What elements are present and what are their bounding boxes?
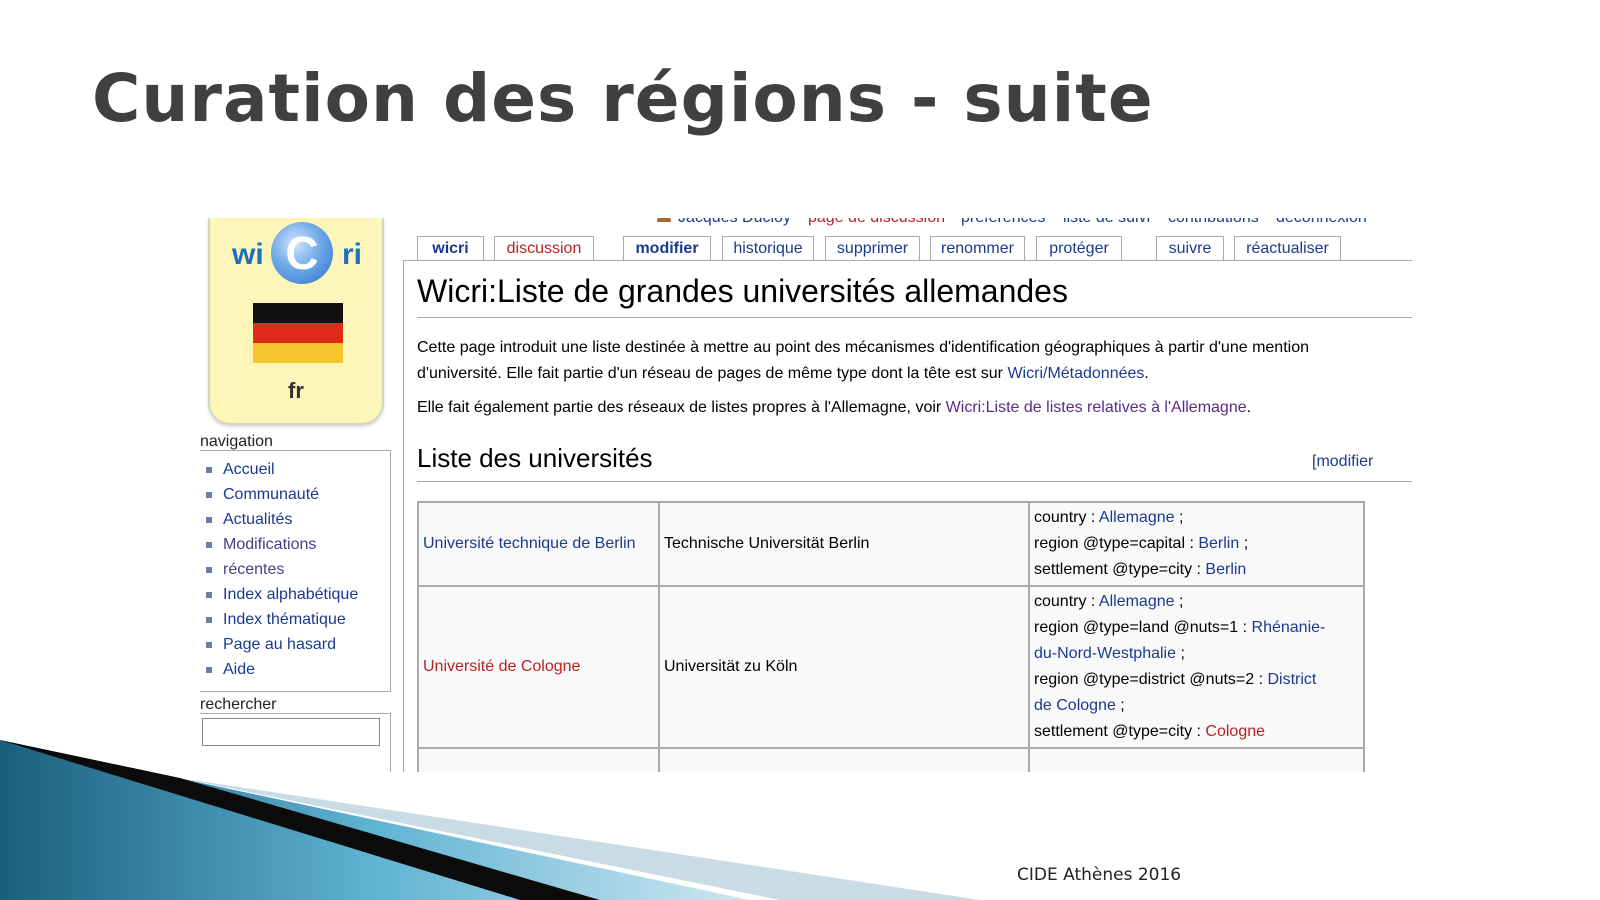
- intro-line-3: Elle fait également partie des réseaux d…: [417, 395, 1251, 421]
- nav-item-actualites[interactable]: Actualités: [200, 507, 390, 532]
- section-title: Liste des universités: [417, 443, 653, 473]
- metadonnees-link[interactable]: Wicri/Métadonnées: [1007, 365, 1144, 382]
- tab-renommer[interactable]: renommer: [930, 236, 1025, 260]
- search-heading: rechercher: [200, 696, 277, 713]
- logo-text-wi: wi: [232, 238, 264, 271]
- district-link-cont[interactable]: de Cologne: [1034, 697, 1116, 714]
- table-row: Université technique de Berlin Technisch…: [417, 501, 1365, 587]
- meta-sep: ;: [1176, 645, 1185, 662]
- tab-suivre[interactable]: suivre: [1156, 236, 1224, 260]
- university-link[interactable]: Université de Cologne: [423, 658, 580, 675]
- nav-item-random[interactable]: Page au hasard: [200, 632, 390, 657]
- settlement-link[interactable]: Berlin: [1205, 561, 1246, 578]
- universities-table: Université technique de Berlin Technisch…: [417, 501, 1365, 772]
- table-cell-fr-name: Université technique de Berlin: [417, 501, 660, 587]
- region-link-cont[interactable]: du-Nord-Westphalie: [1034, 645, 1176, 662]
- meta-label: country :: [1034, 593, 1099, 610]
- meta-label: settlement @type=city :: [1034, 723, 1206, 740]
- wiki-logo[interactable]: wi C ri fr: [208, 218, 384, 425]
- nav-portlet: Accueil Communauté Actualités Modificati…: [200, 450, 391, 692]
- tab-reactualiser[interactable]: réactualiser: [1234, 236, 1341, 260]
- title-divider: [417, 317, 1412, 318]
- slide-title: Curation des régions - suite: [92, 60, 1154, 137]
- intro-line-1: Cette page introduit une liste destinée …: [417, 339, 1309, 356]
- nav-item-modifications[interactable]: Modifications: [200, 532, 390, 557]
- region-link[interactable]: Berlin: [1198, 535, 1239, 552]
- meta-sep: ;: [1239, 535, 1249, 552]
- meta-label: region @type=district @nuts=2 :: [1034, 671, 1268, 688]
- meta-sep: ;: [1174, 509, 1184, 526]
- intro-line-3-text: Elle fait également partie des réseaux d…: [417, 399, 946, 416]
- slide-footer: CIDE Athènes 2016: [1017, 865, 1182, 885]
- tab-historique[interactable]: historique: [722, 236, 814, 260]
- user-icon: [657, 218, 671, 222]
- tab-proteger[interactable]: protéger: [1036, 236, 1122, 260]
- tab-supprimer[interactable]: supprimer: [825, 236, 920, 260]
- intro-line-3-end: .: [1246, 399, 1252, 416]
- country-link[interactable]: Allemagne: [1099, 593, 1175, 610]
- nav-item-aide[interactable]: Aide: [200, 657, 390, 682]
- university-link[interactable]: Université technique de Berlin: [423, 535, 636, 552]
- slide-decoration: [0, 740, 980, 900]
- content-area: Wicri:Liste de grandes universités allem…: [403, 260, 1412, 772]
- page-title: Wicri:Liste de grandes universités allem…: [417, 273, 1068, 309]
- table-row: Université de Cologne Universität zu Köl…: [417, 585, 1365, 749]
- nav-item-accueil[interactable]: Accueil: [200, 457, 390, 482]
- region-link[interactable]: Rhénanie-: [1252, 619, 1326, 636]
- nav-item-modifications-cont[interactable]: récentes: [200, 557, 390, 582]
- table-cell-fr-name: Université de Cologne: [417, 585, 660, 749]
- logout-link[interactable]: déconnexion: [1276, 218, 1367, 227]
- meta-label: settlement @type=city :: [1034, 561, 1206, 578]
- section-divider: [417, 481, 1412, 482]
- contributions-link[interactable]: contributions: [1168, 218, 1259, 227]
- tab-discussion[interactable]: discussion: [494, 236, 594, 260]
- tab-modifier[interactable]: modifier: [623, 236, 711, 260]
- wiki-screenshot: Jacques Ducloy page de discussion préfér…: [200, 218, 1412, 772]
- section-edit-link[interactable]: [modifier: [1312, 453, 1373, 471]
- nav-item-communaute[interactable]: Communauté: [200, 482, 390, 507]
- meta-label: region @type=land @nuts=1 :: [1034, 619, 1252, 636]
- logo-text-ri: ri: [342, 238, 363, 271]
- logo-lang: fr: [288, 378, 304, 403]
- meta-label: region @type=capital :: [1034, 535, 1199, 552]
- meta-sep: ;: [1174, 593, 1184, 610]
- table-cell-de-name: Technische Universität Berlin: [658, 501, 1030, 587]
- country-link[interactable]: Allemagne: [1099, 509, 1175, 526]
- preferences-link[interactable]: préférences: [961, 218, 1046, 227]
- settlement-link[interactable]: Cologne: [1205, 723, 1265, 740]
- nav-item-index-alpha[interactable]: Index alphabétique: [200, 582, 390, 607]
- meta-sep: ;: [1115, 697, 1125, 714]
- logo-circle: C: [271, 222, 333, 284]
- user-talk-link[interactable]: page de discussion: [808, 218, 945, 227]
- nav-heading: navigation: [200, 433, 273, 450]
- nav-item-index-thema[interactable]: Index thématique: [200, 607, 390, 632]
- table-cell-de-name: Universität zu Köln: [658, 585, 1030, 749]
- intro-line-2: d'université. Elle fait partie d'un rése…: [417, 361, 1149, 387]
- table-cell-meta: country : Allemagne ; region @type=land …: [1028, 585, 1365, 749]
- german-flag-icon: [253, 303, 343, 363]
- intro-line-2-end: .: [1144, 365, 1149, 382]
- district-link[interactable]: District: [1267, 671, 1316, 688]
- listes-allemagne-link[interactable]: Wicri:Liste de listes relatives à l'Alle…: [946, 399, 1247, 416]
- user-link[interactable]: Jacques Ducloy: [678, 218, 791, 227]
- intro-line-2-text: d'université. Elle fait partie d'un rése…: [417, 365, 1008, 382]
- tab-wicri[interactable]: wicri: [417, 236, 484, 262]
- meta-label: country :: [1034, 509, 1099, 526]
- table-cell-meta: country : Allemagne ; region @type=capit…: [1028, 501, 1365, 587]
- watchlist-link[interactable]: liste de suivi: [1063, 218, 1150, 227]
